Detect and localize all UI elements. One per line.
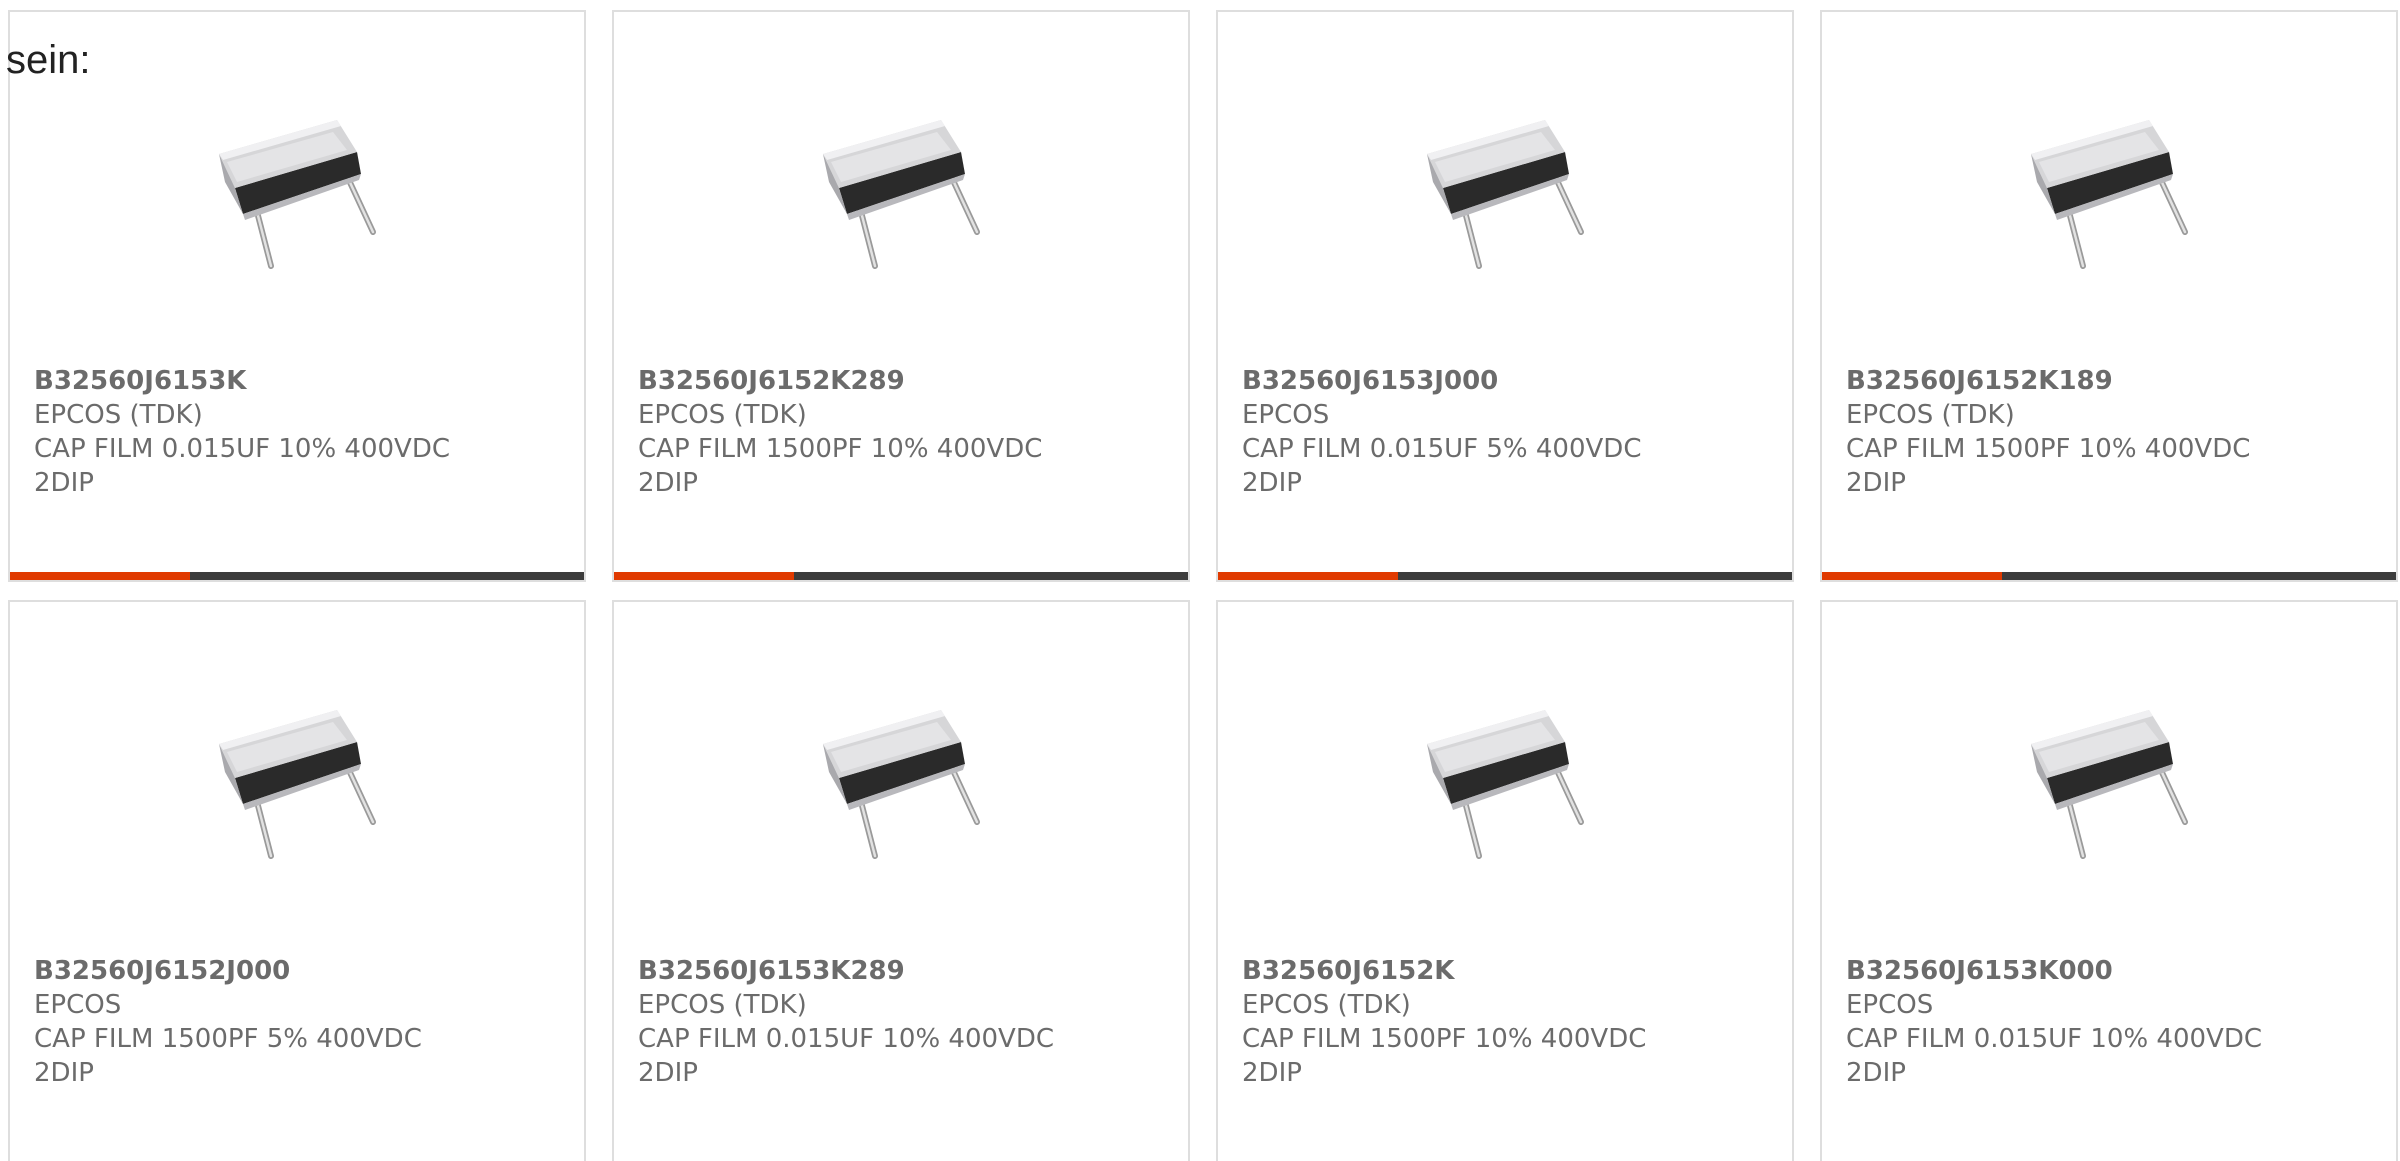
- description-label: CAP FILM 1500PF 10% 400VDC: [1242, 1024, 1647, 1054]
- manufacturer-label: EPCOS (TDK): [34, 400, 203, 430]
- package-label: 2DIP: [1846, 1058, 1906, 1088]
- product-card[interactable]: B32560J6153J000 EPCOS CAP FILM 0.015UF 5…: [1216, 10, 1794, 582]
- product-info: B32560J6153J000 EPCOS CAP FILM 0.015UF 5…: [1242, 364, 1641, 500]
- manufacturer-label: EPCOS: [1242, 400, 1330, 430]
- description-label: CAP FILM 1500PF 5% 400VDC: [34, 1024, 422, 1054]
- capacitor-image[interactable]: [197, 682, 397, 882]
- product-info: B32560J6152K189 EPCOS (TDK) CAP FILM 150…: [1846, 364, 2250, 500]
- description-label: CAP FILM 1500PF 10% 400VDC: [1846, 434, 2251, 464]
- package-label: 2DIP: [34, 1058, 94, 1088]
- product-card[interactable]: B32560J6152K289 EPCOS (TDK) CAP FILM 150…: [612, 10, 1190, 582]
- package-label: 2DIP: [638, 468, 698, 498]
- card-bottom-bar: [614, 572, 1188, 580]
- capacitor-image[interactable]: [801, 92, 1001, 292]
- product-card[interactable]: B32560J6153K000 EPCOS CAP FILM 0.015UF 1…: [1820, 600, 2398, 1161]
- manufacturer-label: EPCOS (TDK): [638, 400, 807, 430]
- part-number-link[interactable]: B32560J6153K: [34, 364, 450, 398]
- part-number-link[interactable]: B32560J6152K189: [1846, 364, 2250, 398]
- intro-text: sein:: [6, 38, 91, 82]
- part-number-link[interactable]: B32560J6152K: [1242, 954, 1646, 988]
- capacitor-image[interactable]: [197, 92, 397, 292]
- capacitor-image[interactable]: [1405, 92, 1605, 292]
- package-label: 2DIP: [1846, 468, 1906, 498]
- card-accent-bar: [10, 572, 190, 580]
- part-number-link[interactable]: B32560J6153J000: [1242, 364, 1641, 398]
- part-number-link[interactable]: B32560J6152J000: [34, 954, 422, 988]
- manufacturer-label: EPCOS (TDK): [1846, 400, 2015, 430]
- description-label: CAP FILM 0.015UF 10% 400VDC: [34, 434, 451, 464]
- card-bottom-bar: [1822, 572, 2396, 580]
- product-card[interactable]: B32560J6152J000 EPCOS CAP FILM 1500PF 5%…: [8, 600, 586, 1161]
- product-info: B32560J6152K289 EPCOS (TDK) CAP FILM 150…: [638, 364, 1042, 500]
- description-label: CAP FILM 1500PF 10% 400VDC: [638, 434, 1043, 464]
- product-card[interactable]: B32560J6153K289 EPCOS (TDK) CAP FILM 0.0…: [612, 600, 1190, 1161]
- package-label: 2DIP: [1242, 468, 1302, 498]
- manufacturer-label: EPCOS (TDK): [1242, 990, 1411, 1020]
- product-grid: B32560J6153K EPCOS (TDK) CAP FILM 0.015U…: [0, 0, 2400, 1161]
- product-card[interactable]: B32560J6152K EPCOS (TDK) CAP FILM 1500PF…: [1216, 600, 1794, 1161]
- card-bottom-bar: [1218, 572, 1792, 580]
- description-label: CAP FILM 0.015UF 5% 400VDC: [1242, 434, 1642, 464]
- description-label: CAP FILM 0.015UF 10% 400VDC: [1846, 1024, 2263, 1054]
- product-info: B32560J6153K EPCOS (TDK) CAP FILM 0.015U…: [34, 364, 450, 500]
- capacitor-image[interactable]: [2009, 92, 2209, 292]
- product-info: B32560J6152K EPCOS (TDK) CAP FILM 1500PF…: [1242, 954, 1646, 1090]
- product-info: B32560J6153K289 EPCOS (TDK) CAP FILM 0.0…: [638, 954, 1054, 1090]
- package-label: 2DIP: [34, 468, 94, 498]
- capacitor-image[interactable]: [1405, 682, 1605, 882]
- manufacturer-label: EPCOS: [1846, 990, 1934, 1020]
- product-info: B32560J6153K000 EPCOS CAP FILM 0.015UF 1…: [1846, 954, 2262, 1090]
- part-number-link[interactable]: B32560J6153K289: [638, 954, 1054, 988]
- capacitor-image[interactable]: [2009, 682, 2209, 882]
- part-number-link[interactable]: B32560J6152K289: [638, 364, 1042, 398]
- card-accent-bar: [614, 572, 794, 580]
- capacitor-image[interactable]: [801, 682, 1001, 882]
- package-label: 2DIP: [1242, 1058, 1302, 1088]
- card-accent-bar: [1822, 572, 2002, 580]
- package-label: 2DIP: [638, 1058, 698, 1088]
- manufacturer-label: EPCOS (TDK): [638, 990, 807, 1020]
- product-grid-page: sein: B32560J6153K EPCOS (TDK) CAP FILM …: [0, 0, 2400, 1161]
- product-card[interactable]: B32560J6152K189 EPCOS (TDK) CAP FILM 150…: [1820, 10, 2398, 582]
- description-label: CAP FILM 0.015UF 10% 400VDC: [638, 1024, 1055, 1054]
- card-bottom-bar: [10, 572, 584, 580]
- card-accent-bar: [1218, 572, 1398, 580]
- product-info: B32560J6152J000 EPCOS CAP FILM 1500PF 5%…: [34, 954, 422, 1090]
- product-card[interactable]: B32560J6153K EPCOS (TDK) CAP FILM 0.015U…: [8, 10, 586, 582]
- manufacturer-label: EPCOS: [34, 990, 122, 1020]
- part-number-link[interactable]: B32560J6153K000: [1846, 954, 2262, 988]
